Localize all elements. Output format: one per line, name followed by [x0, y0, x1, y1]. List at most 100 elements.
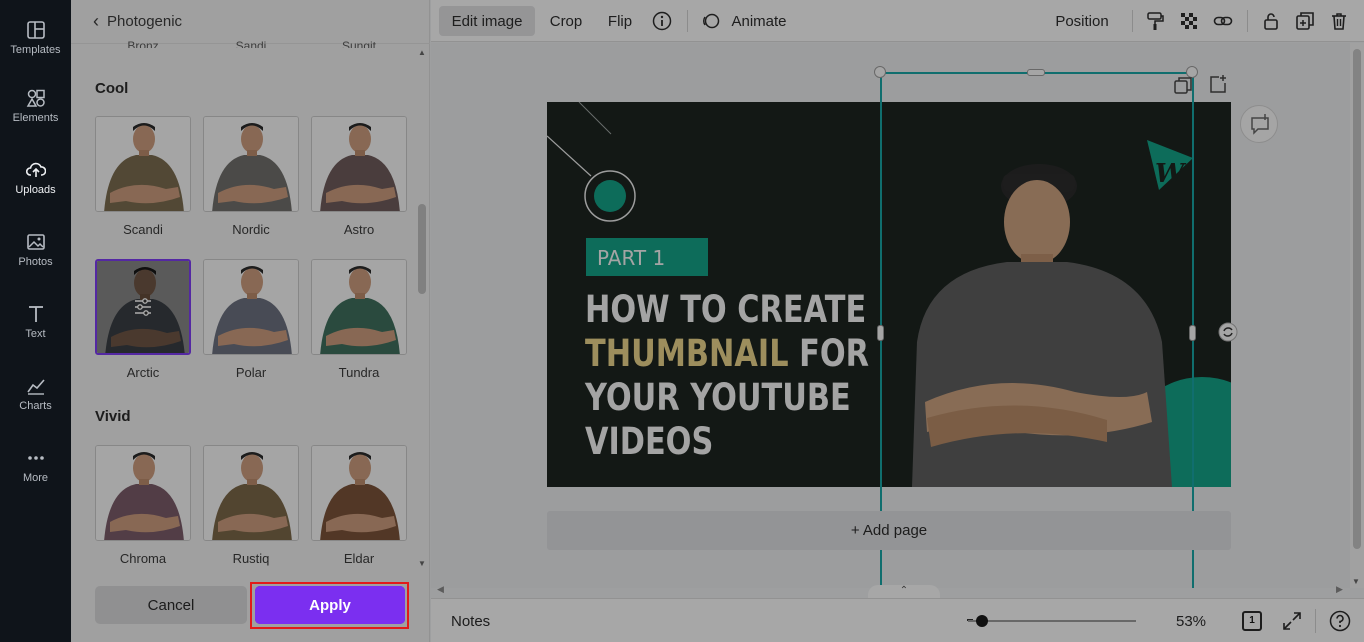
position-button[interactable]: Position — [1049, 6, 1115, 36]
design-title-line: HOW TO CREATE — [585, 288, 867, 331]
zoom-slider[interactable] — [968, 620, 1136, 622]
rail-photos[interactable]: Photos — [0, 218, 71, 282]
rail-charts-label: Charts — [19, 400, 52, 412]
design-title-line: YOUR YOUTUBE — [585, 376, 851, 419]
crop-button[interactable]: Crop — [543, 6, 589, 36]
filter-thumb-rustiq[interactable] — [203, 445, 299, 541]
info-icon[interactable] — [652, 11, 672, 31]
canvas-area: W PART 1 HOW TO CREATE THUMBNAIL FOR YOU… — [431, 43, 1350, 588]
portrait-preview — [312, 260, 406, 354]
toolbar-divider — [1247, 10, 1248, 32]
rotate-icon[interactable] — [1218, 322, 1238, 342]
add-comment-button[interactable] — [1240, 105, 1278, 143]
design-tag: PART 1 — [597, 246, 666, 270]
svg-text:W: W — [1155, 159, 1187, 189]
link-icon[interactable] — [1213, 11, 1233, 31]
filter-label-cut: Bronz — [127, 39, 159, 48]
help-icon[interactable] — [1329, 610, 1351, 632]
filter-thumb-astro[interactable] — [311, 116, 407, 212]
design-title-line: THUMBNAIL FOR — [585, 332, 869, 376]
filter-thumb-nordic[interactable] — [203, 116, 299, 212]
lock-icon[interactable] — [1261, 11, 1281, 31]
rail-more[interactable]: More — [0, 434, 71, 498]
filter-label: Scandi — [123, 222, 163, 237]
edit-image-button[interactable]: Edit image — [439, 6, 535, 36]
apply-button-highlighted[interactable]: Apply — [255, 586, 405, 624]
photos-icon — [26, 234, 45, 250]
paint-roller-icon[interactable] — [1145, 11, 1165, 31]
thumbnail-design[interactable]: W PART 1 HOW TO CREATE THUMBNAIL FOR YOU… — [547, 102, 1231, 487]
resize-handle[interactable] — [1189, 325, 1196, 341]
animate-button[interactable]: Animate — [727, 6, 791, 36]
portrait-preview — [96, 446, 190, 540]
charts-icon — [26, 379, 45, 395]
panel-title: Photogenic — [107, 13, 183, 30]
rail-elements[interactable]: Elements — [0, 74, 71, 138]
text-icon — [28, 306, 43, 322]
resize-handle[interactable] — [877, 325, 884, 341]
section-title-cool: Cool — [95, 80, 129, 97]
transparency-icon[interactable] — [1179, 11, 1199, 31]
filter-thumb-scandi[interactable] — [95, 116, 191, 212]
add-page-button[interactable]: + Add page — [547, 511, 1231, 550]
toolbar-divider — [687, 10, 688, 32]
trash-icon[interactable] — [1329, 11, 1349, 31]
rail-elements-label: Elements — [12, 112, 59, 124]
toolbar-divider — [1132, 10, 1133, 32]
scroll-down-arrow-icon[interactable]: ▼ — [416, 559, 428, 568]
copy-element-icon[interactable] — [1173, 76, 1193, 96]
rail-uploads[interactable]: Uploads — [0, 146, 71, 210]
section-title-vivid: Vivid — [95, 408, 131, 425]
filter-label: Chroma — [119, 551, 167, 566]
top-toolbar: Edit image Crop Flip Animate Position — [431, 0, 1364, 42]
page-count-button[interactable]: 1 — [1242, 611, 1262, 631]
canvas-vertical-scrollbar[interactable]: ▼ — [1350, 43, 1364, 588]
scroll-right-arrow-icon[interactable]: ▶ — [1336, 584, 1343, 595]
scroll-thumb[interactable] — [1353, 49, 1361, 549]
templates-icon — [26, 21, 45, 39]
scroll-thumb[interactable] — [418, 204, 426, 294]
filter-thumb-chroma[interactable] — [95, 445, 191, 541]
portrait-preview — [312, 446, 406, 540]
filter-label: Polar — [235, 365, 267, 380]
sliders-icon — [135, 298, 151, 316]
filter-label: Eldar — [343, 551, 375, 566]
scroll-track — [419, 56, 425, 560]
filter-label: Nordic — [232, 222, 270, 237]
panel-scrollbar[interactable]: ▲ ▼ — [416, 48, 428, 568]
zoom-level[interactable]: 53% — [1176, 613, 1206, 630]
add-page-icon[interactable] — [1208, 74, 1228, 94]
rail-templates[interactable]: Templates — [0, 6, 71, 70]
filter-label: Tundra — [338, 365, 380, 380]
resize-handle[interactable] — [874, 66, 886, 78]
flip-button[interactable]: Flip — [601, 6, 639, 36]
filter-thumb-tundra[interactable] — [311, 259, 407, 355]
filter-thumb-arctic[interactable] — [95, 259, 191, 355]
filter-thumb-eldar[interactable] — [311, 445, 407, 541]
portrait-preview — [204, 260, 298, 354]
filter-label-cut: Sungit — [341, 39, 377, 48]
filter-label: Rustiq — [232, 551, 270, 566]
filter-thumb-polar[interactable] — [203, 259, 299, 355]
design-title-line: VIDEOS — [585, 420, 714, 463]
portrait-preview — [204, 446, 298, 540]
more-icon — [27, 456, 44, 460]
duplicate-icon[interactable] — [1295, 11, 1315, 31]
elements-icon — [26, 89, 45, 107]
notes-button[interactable]: Notes — [451, 613, 490, 630]
rail-charts[interactable]: Charts — [0, 362, 71, 426]
rail-photos-label: Photos — [18, 256, 53, 268]
animate-icon[interactable] — [701, 11, 721, 31]
bottom-divider — [1315, 609, 1316, 633]
filter-label: Arctic — [126, 365, 160, 380]
scroll-down-arrow-icon[interactable]: ▼ — [1352, 577, 1360, 586]
cancel-button[interactable]: Cancel — [95, 586, 247, 624]
resize-handle[interactable] — [1027, 69, 1045, 76]
design-title-rest: FOR — [788, 332, 869, 375]
scroll-left-arrow-icon[interactable]: ◀ — [437, 584, 444, 595]
zoom-slider-handle[interactable] — [976, 615, 988, 627]
fullscreen-icon[interactable] — [1282, 611, 1302, 631]
rail-text[interactable]: Text — [0, 290, 71, 354]
rail-templates-label: Templates — [10, 44, 61, 56]
filter-adjust-overlay[interactable] — [97, 261, 189, 353]
